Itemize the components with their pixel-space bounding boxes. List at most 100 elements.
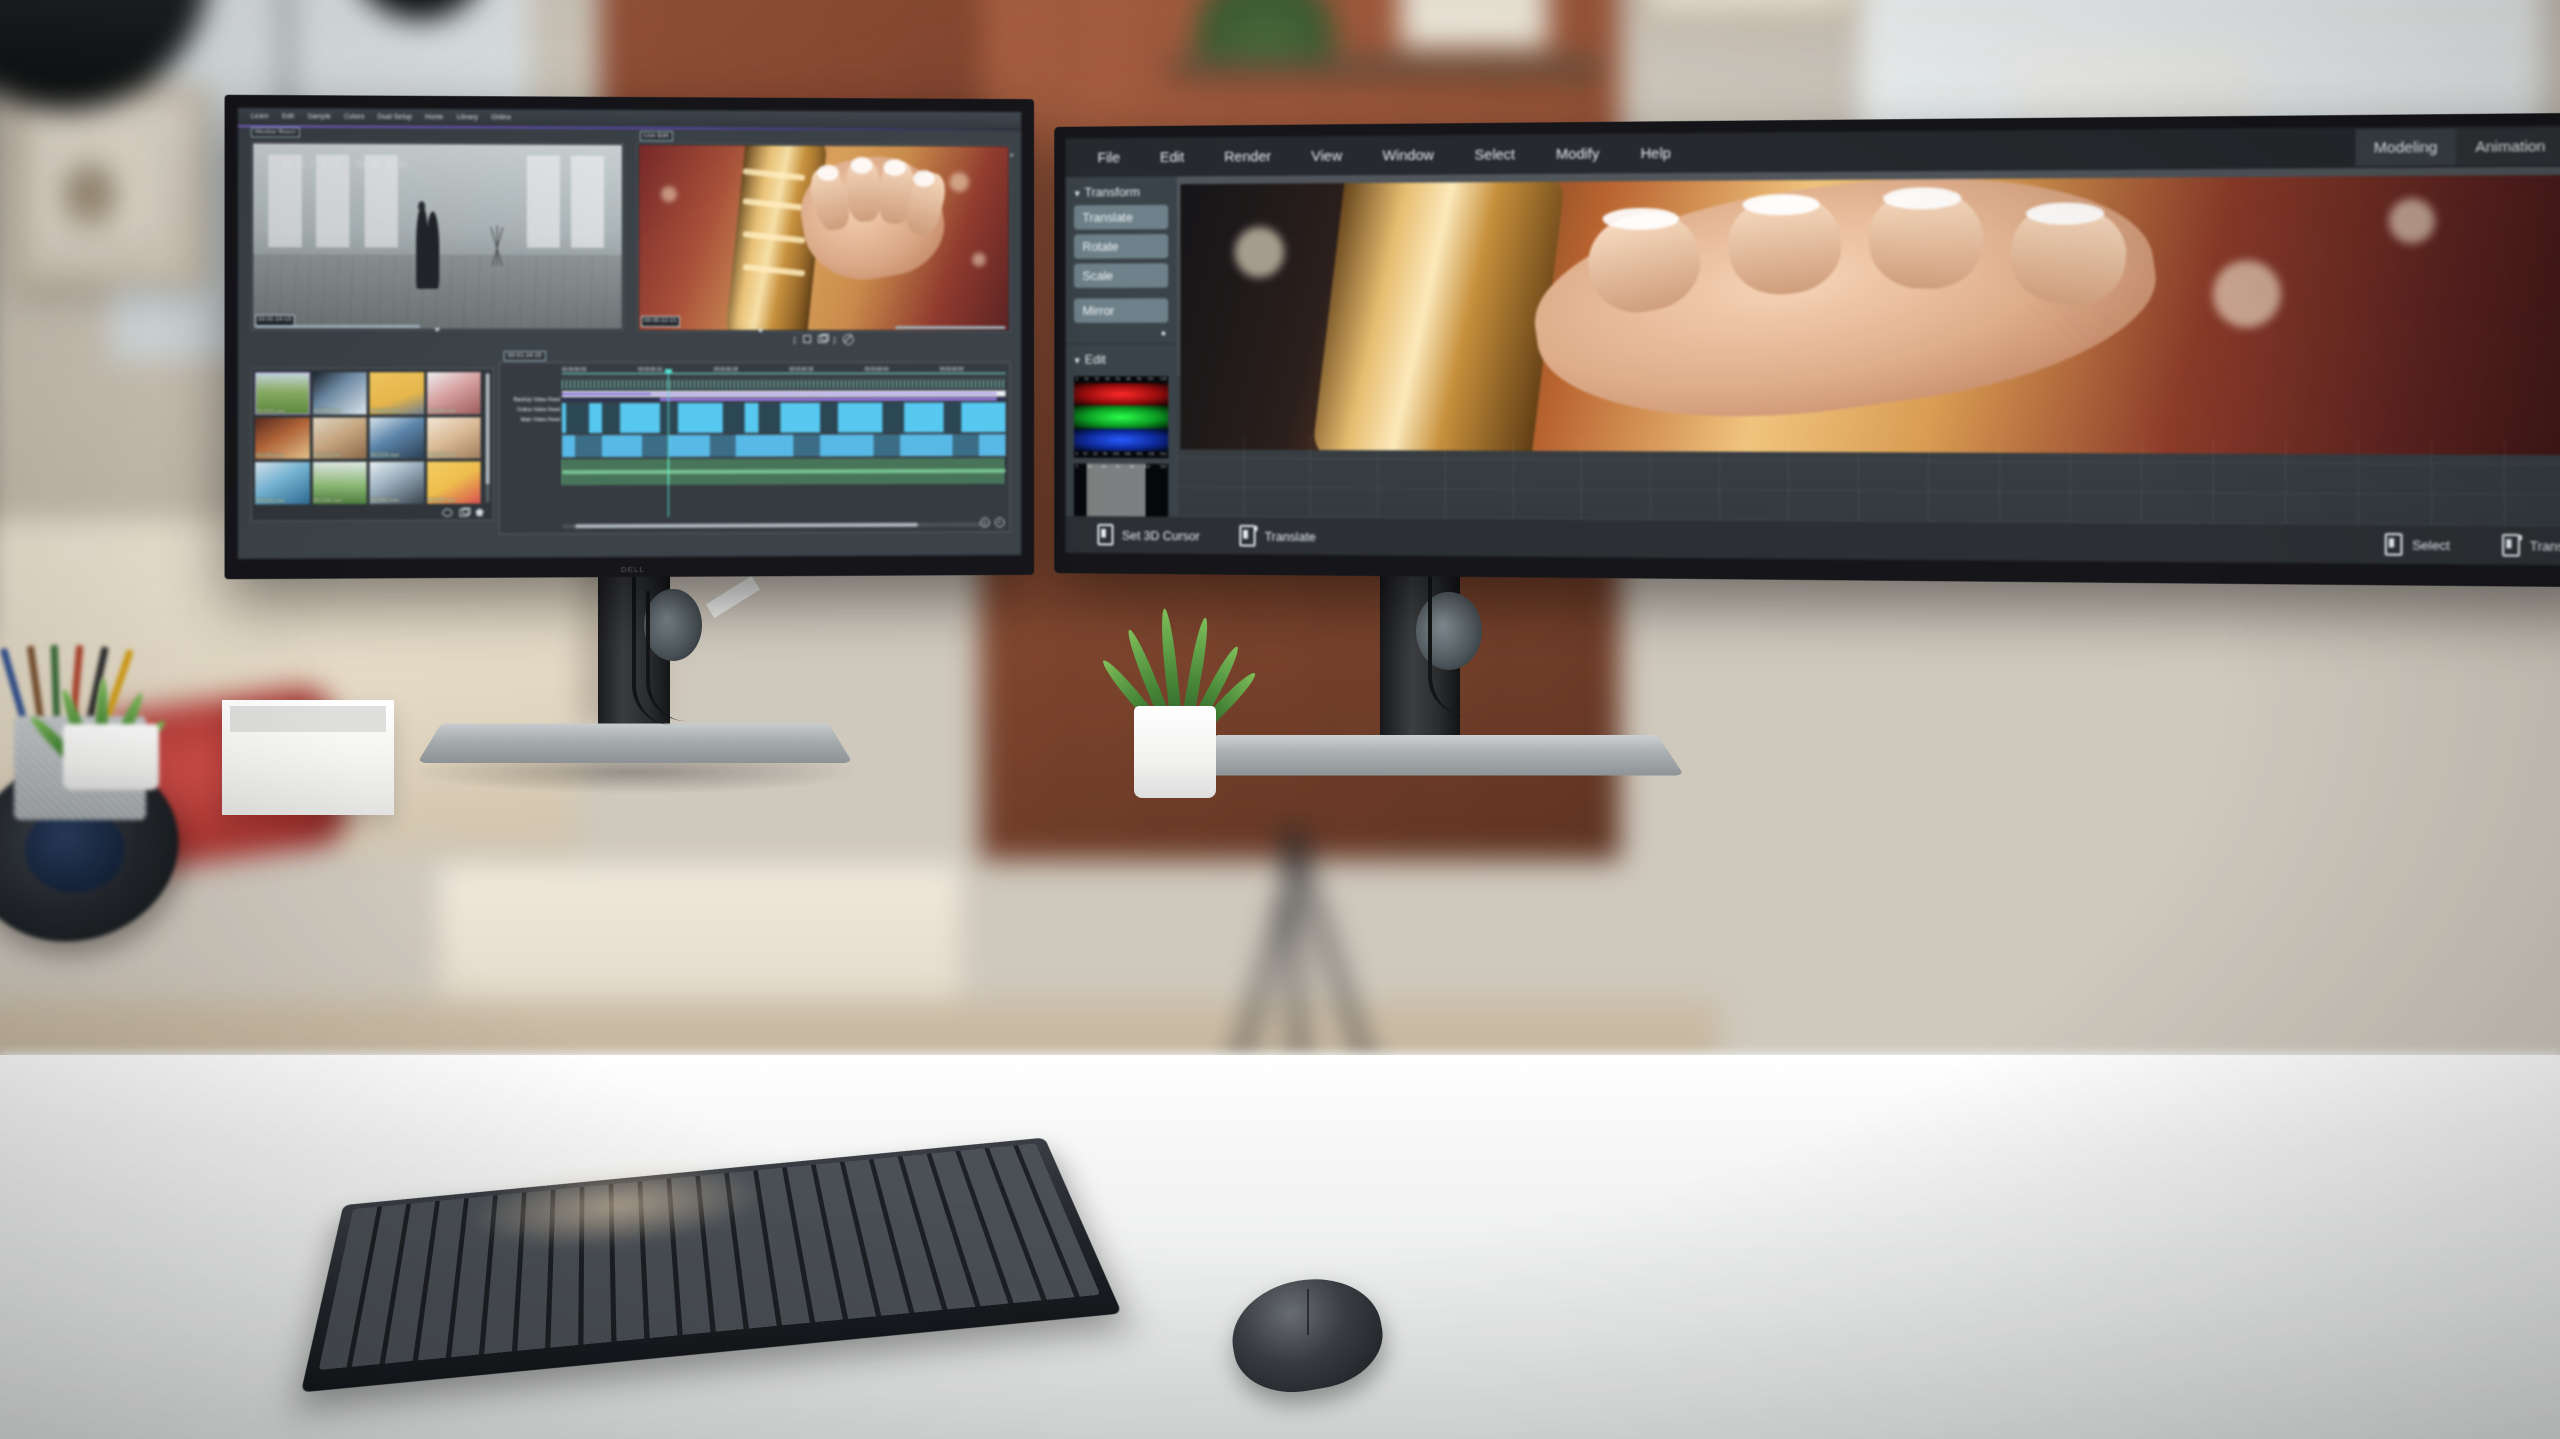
track-online-video-feed[interactable]: [561, 397, 1006, 402]
bin-clip[interactable]: R01555.mov: [312, 372, 367, 415]
bin-clip[interactable]: R01338.mov: [312, 462, 367, 505]
track-header-main[interactable]: Main Video Feed: [504, 415, 560, 425]
live-edit-badge[interactable]: Live Edit: [639, 131, 673, 142]
timeline-ruler[interactable]: 00:00:00:00 00:00:00:10 00:00:00:20 00:0…: [561, 367, 1006, 390]
monitor-room-badge[interactable]: Monitor Room: [251, 127, 300, 138]
no-entry-icon[interactable]: [842, 333, 854, 345]
timeline-scrollbar[interactable]: [561, 522, 990, 529]
track-audio[interactable]: [561, 457, 1006, 486]
edit-section-title: Edit: [1084, 351, 1106, 367]
transform-section-title: Transform: [1084, 184, 1140, 200]
clock-icon[interactable]: [994, 517, 1005, 528]
track-main-video-feed[interactable]: [561, 402, 1006, 434]
pentagon-icon[interactable]: [476, 508, 484, 516]
timeline-panel[interactable]: 00:01:24:15 00:00:00:00 00:00:00:10 00:0…: [498, 351, 1011, 535]
mouse[interactable]: [1223, 1267, 1391, 1403]
menu-item-home[interactable]: Home: [425, 114, 443, 121]
scale-button[interactable]: Scale: [1073, 263, 1169, 288]
bin-clip-name: R01552.mov: [427, 452, 457, 459]
duplicate-icon[interactable]: [459, 508, 469, 517]
media-bin[interactable]: R01554.mov R01555.mov R01556.mov R01332.…: [251, 368, 494, 522]
viewer-b-timecode: 00:00:22:21: [640, 316, 680, 328]
rgb-parade-scope[interactable]: 0 16 32 48 64 80 96 112 128 0 32 64 96 128 160 192 224 2…: [1073, 376, 1169, 459]
track-header-online[interactable]: Online Video Feed: [504, 405, 560, 415]
menu-item-edit[interactable]: Edit: [1160, 149, 1184, 166]
clock-icon[interactable]: [979, 517, 990, 528]
bin-clip[interactable]: R01332.mov: [426, 372, 481, 415]
edit-section-header[interactable]: ▼ Edit: [1066, 344, 1177, 372]
status-select[interactable]: Select: [2384, 533, 2450, 556]
translate-button-label: Translate: [1082, 209, 1133, 225]
ruler-label: 00:00:00:20: [713, 366, 738, 372]
media-bin-scrollbar[interactable]: [485, 373, 490, 503]
3d-left-panel: ▼ Transform Translate Rotate Scale Mirro…: [1065, 176, 1177, 546]
tab-modeling[interactable]: Modeling: [2355, 128, 2457, 167]
status-set-3d-cursor[interactable]: Set 3D Cursor: [1097, 523, 1200, 546]
menu-item-render[interactable]: Render: [1224, 148, 1271, 165]
menu-item-help[interactable]: Help: [1641, 145, 1671, 162]
bin-clip[interactable]: R01387.mov: [426, 461, 481, 504]
viewer-b-scrubber[interactable]: [894, 326, 1006, 330]
mirror-button[interactable]: Mirror: [1073, 298, 1169, 323]
status-translate-left-label: Translate: [1264, 528, 1316, 544]
bin-clip-name: R01332.mov: [256, 498, 285, 505]
cursor-icon: [1097, 523, 1114, 546]
bin-clip[interactable]: R01222.mov: [312, 417, 367, 460]
program-viewer-b[interactable]: Live Edit 00:00:22:21: [636, 131, 1011, 334]
timeline-track-headers: BackUp Video Feed Online Video Feed Main…: [504, 395, 560, 425]
program-viewer-a[interactable]: UNITY WEAR 00:01:24:15: [251, 141, 625, 332]
mirror-button-label: Mirror: [1082, 303, 1115, 318]
track-header-backup[interactable]: BackUp Video Feed: [504, 395, 560, 405]
track-backup-video-feed[interactable]: [561, 390, 1006, 398]
menu-item-colors[interactable]: Colors: [344, 114, 364, 121]
bracket-out-icon[interactable]: ]: [833, 335, 835, 344]
viewer-a-overlay-text: UNITY WEAR: [282, 158, 414, 171]
bracket-in-icon[interactable]: [: [794, 335, 796, 344]
menu-item-select[interactable]: Select: [1475, 146, 1516, 163]
media-bin-footer: [252, 505, 493, 521]
bin-clip-name: R01222.mov: [313, 453, 343, 460]
bin-clip-name: R11552.mov: [370, 497, 399, 504]
bin-clip[interactable]: R01333.mov: [369, 417, 424, 460]
rotate-button-label: Rotate: [1082, 239, 1119, 254]
menu-item-window[interactable]: Window: [1382, 147, 1433, 164]
timeline-tracks[interactable]: [561, 390, 1006, 504]
bin-clip[interactable]: R01554.mov: [255, 372, 310, 415]
rotate-button[interactable]: Rotate: [1073, 234, 1169, 259]
3d-viewport[interactable]: [1176, 166, 2560, 527]
bin-clip[interactable]: R01552.mov: [426, 416, 481, 459]
menu-item-learn[interactable]: Learn: [251, 113, 269, 120]
ruler-label: 00:00:00:30: [789, 366, 814, 372]
track-secondary-video[interactable]: [561, 434, 1006, 458]
bin-clip[interactable]: R01556.mov: [369, 372, 424, 415]
menu-item-file[interactable]: File: [1097, 149, 1120, 166]
menu-item-dual-setup[interactable]: Dual Setup: [378, 114, 413, 121]
small-plant-left: [27, 660, 185, 790]
ruler-label: 00:00:00:00: [561, 367, 587, 373]
transform-section-header[interactable]: ▼ Transform: [1066, 176, 1177, 205]
menu-item-library[interactable]: Library: [457, 114, 478, 121]
bin-clip[interactable]: R01352.mov: [255, 417, 310, 460]
panel-resize-dot[interactable]: [1161, 331, 1166, 336]
menu-item-sample[interactable]: Sample: [308, 113, 332, 120]
timeline-timecode-badge[interactable]: 00:01:24:15: [503, 351, 546, 362]
menu-item-view[interactable]: View: [1311, 147, 1342, 164]
menu-item-modify[interactable]: Modify: [1556, 145, 1599, 162]
status-translate-right[interactable]: Translate: [2502, 533, 2560, 557]
status-translate-left[interactable]: Translate: [1239, 524, 1316, 547]
ruler-label: 00:00:00:40: [864, 366, 889, 372]
bin-clip[interactable]: R11552.mov: [369, 461, 424, 504]
menu-item-online[interactable]: Online: [491, 114, 511, 121]
translate-button[interactable]: Translate: [1073, 204, 1169, 230]
duplicate-icon[interactable]: [817, 335, 827, 343]
tab-animation[interactable]: Animation: [2456, 127, 2560, 166]
menu-item-edit[interactable]: Edit: [282, 113, 294, 120]
ellipse-icon[interactable]: [442, 508, 453, 517]
stop-square-icon[interactable]: [802, 335, 811, 343]
timeline-playhead[interactable]: [667, 372, 669, 517]
3d-application: File Edit Render View Window Select Modi…: [1065, 125, 2560, 566]
translate-icon: [1239, 524, 1256, 547]
bin-clip[interactable]: R01332.mov: [255, 462, 310, 505]
viewer-transport-controls: [ ]: [637, 332, 1009, 346]
viewer-a-scrubber[interactable]: [256, 324, 421, 328]
